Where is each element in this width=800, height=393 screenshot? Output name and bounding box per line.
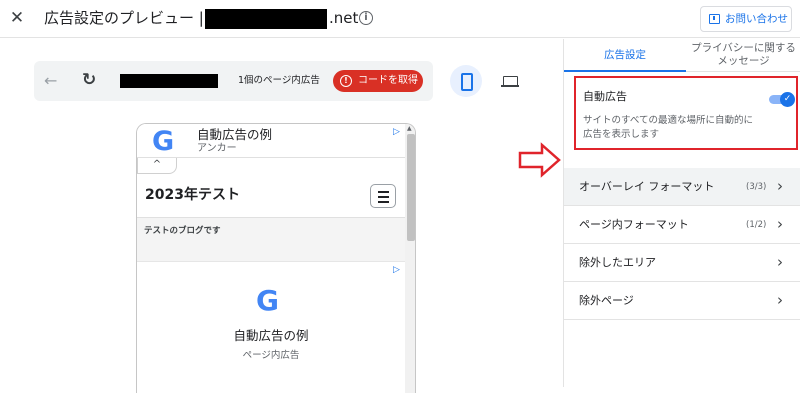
arrow-right-icon: [518, 142, 561, 178]
reload-icon[interactable]: ↻: [82, 70, 96, 90]
tab-privacy-messages[interactable]: プライバシーに関するメッセージ: [686, 39, 800, 72]
tab-ad-settings[interactable]: 広告設定: [564, 39, 686, 72]
contact-button[interactable]: お問い合わせ: [700, 6, 792, 32]
auto-ads-card: 自動広告 ✓ サイトのすべての最適な場所に自動的に広告を表示します: [574, 76, 798, 150]
google-logo: G: [256, 284, 279, 317]
get-code-button[interactable]: ! コードを取得: [333, 70, 423, 92]
item-count: (3/3): [746, 182, 767, 192]
chevron-right-icon: ›: [777, 253, 783, 271]
collapse-anchor-button[interactable]: ^: [137, 158, 177, 174]
google-logo: G: [152, 126, 175, 157]
item-label: 除外ページ: [579, 294, 634, 307]
ad-count: 1個のページ内広告: [238, 75, 320, 86]
inpage-ad-subtitle: ページ内広告: [242, 350, 300, 361]
close-icon[interactable]: ✕: [8, 9, 26, 27]
chevron-right-icon: ›: [777, 177, 783, 195]
laptop-device-icon[interactable]: [494, 65, 526, 97]
inpage-ad-title: 自動広告の例: [233, 328, 309, 343]
inpage-ad[interactable]: ▷ G 自動広告の例 ページ内広告: [137, 261, 405, 393]
auto-ads-label: 自動広告: [583, 90, 627, 103]
hamburger-menu-icon[interactable]: [370, 184, 396, 208]
preview-area: ← ↻ 1個のページ内広告 ! コードを取得 G 自動広告の例 アンカー ▷ ^…: [0, 39, 563, 393]
contact-label: お問い合わせ: [725, 13, 788, 25]
overlay-formats-item[interactable]: オーバーレイ フォーマット (3/3) ›: [564, 168, 800, 206]
preview-toolbar: ← ↻ 1個のページ内広告 ! コードを取得: [34, 61, 433, 101]
scrollbar-thumb[interactable]: [407, 134, 415, 241]
get-code-label: コードを取得: [358, 75, 418, 86]
auto-ads-toggle[interactable]: ✓: [769, 92, 795, 107]
excluded-areas-item[interactable]: 除外したエリア ›: [564, 244, 800, 282]
item-count: (1/2): [746, 220, 767, 230]
page-title: 広告設定のプレビュー |: [44, 9, 204, 27]
info-icon[interactable]: i: [359, 11, 373, 25]
adchoices-icon[interactable]: ▷: [393, 265, 400, 275]
anchor-ad-title: 自動広告の例: [197, 127, 273, 142]
scroll-up-icon[interactable]: ▲: [407, 125, 412, 132]
item-label: 除外したエリア: [579, 256, 656, 269]
mobile-preview-frame: G 自動広告の例 アンカー ▷ ^ 2023年テスト テストのブログです ▷ G…: [136, 123, 416, 393]
adchoices-icon[interactable]: ▷: [393, 127, 400, 137]
top-bar: ✕ 広告設定のプレビュー | .net i お問い合わせ: [0, 0, 800, 38]
blog-text: テストのブログです: [144, 226, 221, 236]
anchor-ad-subtitle: アンカー: [197, 143, 237, 154]
settings-panel: 広告設定 プライバシーに関するメッセージ 自動広告 ✓ サイトのすべての最適な場…: [563, 39, 800, 387]
excluded-pages-item[interactable]: 除外ページ ›: [564, 282, 800, 320]
feedback-icon: [709, 14, 720, 24]
domain-suffix: .net: [329, 9, 359, 27]
anchor-ad[interactable]: G 自動広告の例 アンカー ▷: [137, 124, 405, 158]
item-label: オーバーレイ フォーマット: [579, 180, 715, 193]
chevron-right-icon: ›: [777, 215, 783, 233]
redacted-url: [120, 74, 218, 88]
item-label: ページ内フォーマット: [579, 218, 689, 231]
site-header: 2023年テスト: [137, 174, 405, 218]
site-title: 2023年テスト: [145, 187, 240, 203]
inpage-formats-item[interactable]: ページ内フォーマット (1/2) ›: [564, 206, 800, 244]
auto-ads-description: サイトのすべての最適な場所に自動的に広告を表示します: [583, 115, 753, 140]
chevron-right-icon: ›: [777, 291, 783, 309]
mobile-device-icon[interactable]: [450, 65, 482, 97]
back-arrow-icon[interactable]: ←: [44, 71, 57, 91]
redacted-domain: [205, 9, 327, 29]
check-icon: ✓: [780, 92, 795, 107]
error-icon: !: [340, 75, 352, 87]
